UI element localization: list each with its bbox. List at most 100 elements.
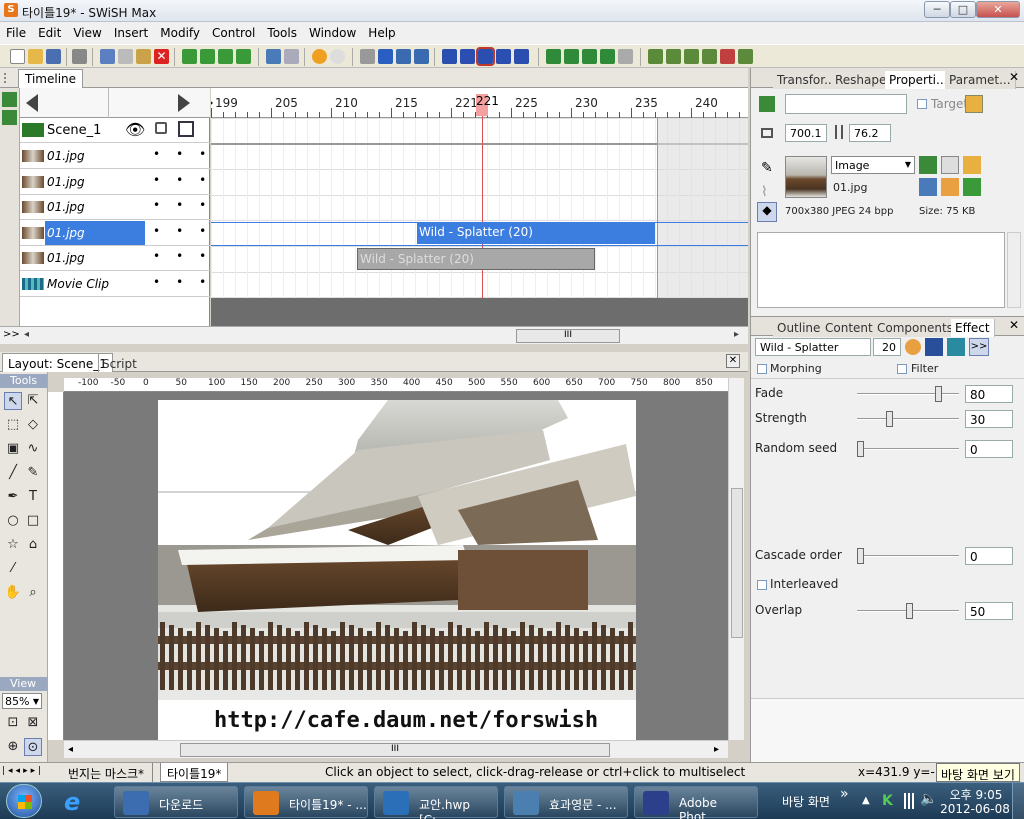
delete-icon[interactable]: ✕ — [154, 49, 169, 64]
effect-more-button[interactable]: >> — [969, 338, 989, 356]
save-icon[interactable] — [46, 49, 61, 64]
start-button[interactable] — [6, 784, 42, 818]
zoom-select[interactable]: 85% ▼ — [2, 693, 42, 709]
stage-hscroll-thumb[interactable]: III — [180, 743, 610, 757]
motion-path-icon[interactable]: ∿ — [24, 440, 42, 458]
clock-time[interactable]: 오후 9:05 — [946, 786, 1006, 803]
filter-checkbox[interactable] — [897, 364, 907, 374]
tray-expand-icon[interactable]: ▲ — [862, 795, 870, 806]
move-top-icon[interactable] — [218, 49, 233, 64]
menu-window[interactable]: Window — [303, 22, 362, 40]
hscroll-right-icon[interactable]: ▸ — [714, 744, 719, 755]
maximize-button[interactable]: □ — [950, 1, 976, 18]
script-tab[interactable]: Script — [98, 354, 140, 372]
stage-horizontal-scrollbar[interactable]: ◂ III ▸ — [64, 740, 728, 758]
tab-effect[interactable]: Effect — [951, 319, 995, 337]
effect-open-icon[interactable] — [905, 339, 921, 355]
insert-button-icon[interactable] — [582, 49, 597, 64]
effect-4-icon[interactable] — [702, 49, 717, 64]
scroll-left-icon[interactable]: ◂ — [24, 329, 29, 340]
current-frame-marker[interactable]: 221 — [476, 94, 499, 116]
text-tool-icon[interactable]: T — [24, 488, 42, 506]
star-tool-icon[interactable]: ☆ — [4, 536, 22, 554]
param-slider-thumb[interactable] — [886, 411, 894, 427]
effect-panel-close-icon[interactable]: ✕ — [1009, 318, 1019, 332]
pane-splitter[interactable] — [0, 344, 748, 352]
paste-icon[interactable] — [136, 49, 151, 64]
doc-tab-1[interactable]: 번지는 마스크* — [60, 763, 154, 782]
play-pause-icon[interactable] — [476, 47, 495, 66]
layer-row[interactable]: 01.jpg ••• — [20, 170, 210, 195]
properties-list-scrollbar[interactable] — [1007, 232, 1021, 308]
timeline-tab[interactable]: Timeline — [18, 69, 84, 88]
stage-vscroll-thumb[interactable] — [731, 488, 743, 638]
find-icon[interactable] — [72, 49, 87, 64]
target-picker-icon[interactable] — [965, 95, 983, 113]
param-value-input[interactable]: 30 — [965, 410, 1013, 428]
canvas[interactable]: http://cafe.daum.net/forswish — [158, 400, 636, 740]
layer-row[interactable]: 01.jpg ••• — [20, 246, 210, 272]
taskbar-item[interactable]: 타이틀19* - ... — [244, 786, 368, 818]
effect-save-icon[interactable] — [925, 338, 943, 356]
taskbar-item[interactable]: 다운로드 — [114, 786, 238, 818]
param-slider-thumb[interactable] — [906, 603, 913, 619]
play-scene-icon[interactable] — [396, 49, 411, 64]
copy-icon[interactable] — [118, 49, 133, 64]
line-icon[interactable]: ✎ — [761, 160, 773, 176]
target-checkbox[interactable] — [917, 99, 927, 109]
pen-tool-icon[interactable]: ✒ — [4, 488, 22, 506]
param-value-input[interactable]: 50 — [965, 602, 1013, 620]
stage-area[interactable]: http://cafe.daum.net/forswish — [64, 392, 728, 740]
zoom-all-icon[interactable]: ⊠ — [24, 714, 42, 732]
desktop-toolbar[interactable]: 바탕 화면 — [782, 793, 830, 810]
new-icon[interactable] — [10, 49, 25, 64]
image-btn-5-icon[interactable] — [941, 178, 959, 196]
layout-close-button[interactable]: ✕ — [726, 354, 740, 368]
timeline-grid[interactable]: 199 205 210 215 221 225 230 235 240 221 Wild - S… — [211, 88, 748, 326]
layer-row[interactable]: Movie Clip ••• — [20, 272, 210, 297]
move-up-icon[interactable] — [182, 49, 197, 64]
doc-tab-2[interactable]: 타이틀19* — [160, 763, 229, 782]
stage-vertical-scrollbar[interactable] — [728, 378, 744, 740]
lock-icon[interactable] — [155, 122, 167, 134]
pencil-tool-icon[interactable]: ✎ — [24, 464, 42, 482]
redo-icon[interactable] — [284, 49, 299, 64]
scroll-right-icon[interactable]: ▸ — [734, 329, 739, 340]
network-icon[interactable] — [904, 793, 914, 809]
undo-icon[interactable] — [266, 49, 281, 64]
object-name-input[interactable] — [785, 94, 907, 114]
subselect-tool-icon[interactable]: ⇱ — [24, 392, 42, 410]
rectangle-tool-icon[interactable]: □ — [24, 512, 42, 530]
next-frame-icon[interactable] — [496, 49, 511, 64]
y-input[interactable]: 76.2 — [849, 124, 891, 142]
timeline-expand-button[interactable]: >> — [3, 329, 20, 340]
play-frame-icon[interactable] — [414, 49, 429, 64]
play-icon[interactable] — [378, 49, 393, 64]
menu-view[interactable]: View — [67, 22, 107, 40]
tab-content[interactable]: Content — [821, 319, 878, 337]
timeline-scroll-thumb[interactable]: III — [516, 329, 620, 343]
eyedropper-tool-icon[interactable]: ⁄ — [4, 560, 22, 578]
param-slider-thumb[interactable] — [935, 386, 943, 402]
param-slider[interactable] — [857, 441, 959, 457]
layer-row[interactable]: 01.jpg ••• — [20, 220, 210, 246]
fill-tool-icon[interactable]: ▣ — [4, 440, 22, 458]
context-help-icon[interactable] — [330, 49, 345, 64]
tab-components[interactable]: Components — [873, 319, 958, 337]
move-bottom-icon[interactable] — [236, 49, 251, 64]
add-object-icon[interactable] — [2, 110, 17, 125]
effect-6-icon[interactable] — [738, 49, 753, 64]
help-icon[interactable] — [312, 49, 327, 64]
last-frame-icon[interactable] — [514, 49, 529, 64]
zoom-100-icon[interactable]: ⊕ — [4, 738, 22, 756]
next-arrow-icon[interactable] — [178, 94, 190, 112]
param-slider[interactable] — [857, 603, 959, 619]
first-frame-icon[interactable] — [442, 49, 457, 64]
image-btn-2-icon[interactable] — [941, 156, 959, 174]
menu-help[interactable]: Help — [362, 22, 401, 40]
stage-image[interactable] — [158, 400, 636, 740]
param-value-input[interactable]: 0 — [965, 440, 1013, 458]
param-slider-thumb[interactable] — [857, 441, 864, 457]
stop-icon[interactable] — [360, 49, 375, 64]
insert-sprite-icon[interactable] — [564, 49, 579, 64]
